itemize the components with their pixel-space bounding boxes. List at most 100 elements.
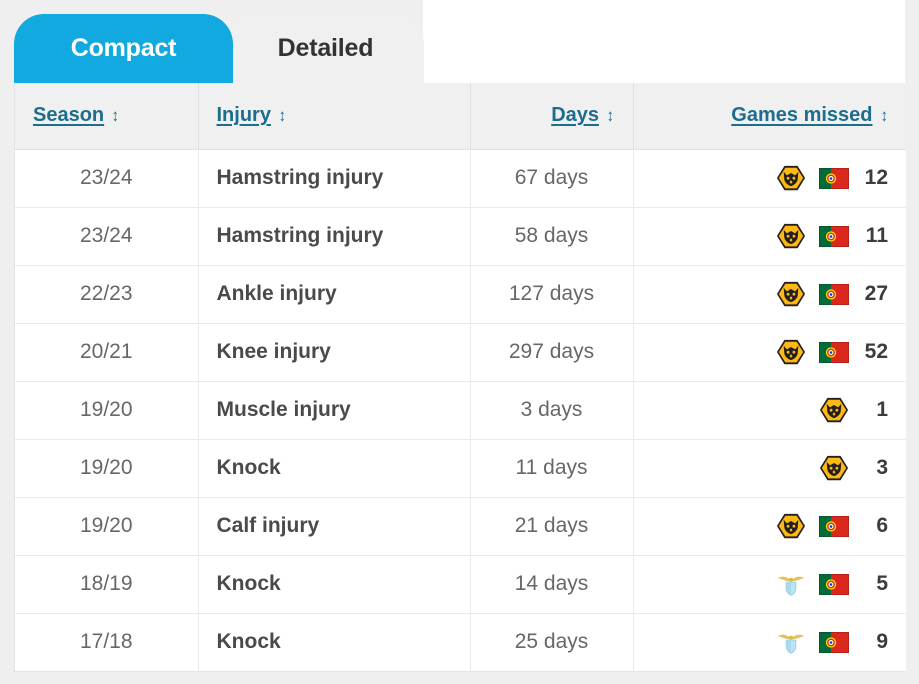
wolverhampton-wanderers-crest-icon	[776, 513, 806, 539]
table-row[interactable]: 23/24 Hamstring injury 58 days 11	[15, 207, 906, 266]
column-header-games-missed[interactable]: Games missed ↕	[633, 83, 906, 150]
sort-link-injury[interactable]: Injury ↕	[217, 104, 287, 127]
cell-season: 19/20	[15, 497, 199, 556]
cell-injury: Hamstring injury	[198, 207, 471, 266]
table-row[interactable]: 17/18 Knock 25 days 9	[15, 613, 906, 671]
column-header-injury-label: Injury	[216, 104, 271, 127]
table-body: 23/24 Hamstring injury 67 days 12 23/24 Hamst…	[15, 149, 906, 671]
cell-games-missed: 9	[633, 613, 906, 671]
cell-games-missed: 1	[633, 381, 906, 440]
games-missed-group: 27	[652, 279, 888, 309]
games-missed-count: 11	[865, 224, 888, 247]
cell-games-missed: 52	[633, 323, 906, 382]
games-missed-count: 6	[876, 514, 888, 537]
cell-injury: Ankle injury	[198, 265, 471, 324]
cell-days: 3 days	[470, 381, 634, 440]
tab-bar-filler	[423, 0, 905, 83]
games-missed-group: 3	[652, 453, 888, 483]
portugal-flag-icon	[819, 225, 849, 247]
sort-link-games-missed[interactable]: Games missed ↕	[731, 104, 888, 127]
sort-arrows-icon: ↕	[111, 106, 120, 126]
cell-days: 25 days	[470, 613, 634, 671]
games-missed-group: 9	[652, 627, 888, 657]
wolverhampton-wanderers-crest-icon	[819, 455, 849, 481]
tab-compact[interactable]: Compact	[14, 14, 233, 83]
sort-link-days[interactable]: Days ↕	[551, 104, 614, 127]
cell-injury: Knee injury	[198, 323, 471, 382]
cell-injury: Muscle injury	[198, 381, 471, 440]
injury-history-panel: Compact Detailed Season ↕ Injury ↕ Days …	[0, 0, 919, 684]
wolverhampton-wanderers-crest-icon	[819, 397, 849, 423]
tab-detailed[interactable]: Detailed	[227, 14, 424, 83]
cell-days: 297 days	[470, 323, 634, 382]
cell-injury: Knock	[198, 613, 471, 671]
table-head: Season ↕ Injury ↕ Days ↕ Games missed ↕	[15, 83, 906, 150]
games-missed-count: 12	[864, 166, 888, 189]
tab-bar: Compact Detailed	[0, 0, 919, 83]
column-header-games-missed-label: Games missed	[731, 104, 873, 127]
lazio-crest-icon	[777, 576, 805, 596]
portugal-flag-icon	[819, 631, 849, 653]
injury-table: Season ↕ Injury ↕ Days ↕ Games missed ↕ …	[15, 83, 906, 671]
cell-season: 22/23	[15, 265, 199, 324]
injury-table-container: Season ↕ Injury ↕ Days ↕ Games missed ↕ …	[14, 83, 906, 672]
cell-games-missed: 11	[633, 207, 906, 266]
column-header-injury[interactable]: Injury ↕	[198, 83, 471, 150]
games-missed-group: 5	[652, 569, 888, 599]
column-header-days[interactable]: Days ↕	[470, 83, 634, 150]
tab-compact-label: Compact	[70, 34, 177, 62]
games-missed-count: 9	[876, 630, 888, 654]
cell-games-missed: 27	[633, 265, 906, 324]
column-header-days-label: Days	[551, 104, 599, 127]
table-header-row: Season ↕ Injury ↕ Days ↕ Games missed ↕	[15, 83, 906, 150]
games-missed-count: 52	[864, 340, 888, 363]
portugal-flag-icon	[819, 515, 849, 537]
games-missed-count: 3	[876, 456, 888, 479]
table-row[interactable]: 19/20 Muscle injury 3 days 1	[15, 381, 906, 440]
table-row[interactable]: 19/20 Calf injury 21 days 6	[15, 497, 906, 556]
cell-games-missed: 3	[633, 439, 906, 498]
games-missed-group: 52	[652, 337, 888, 367]
games-missed-count: 5	[876, 572, 888, 595]
games-missed-group: 1	[652, 395, 888, 425]
cell-days: 11 days	[470, 439, 634, 498]
portugal-flag-icon	[819, 283, 849, 305]
wolverhampton-wanderers-crest-icon	[776, 281, 806, 307]
cell-season: 19/20	[15, 439, 199, 498]
column-header-season[interactable]: Season ↕	[15, 83, 199, 150]
cell-days: 127 days	[470, 265, 634, 324]
cell-season: 23/24	[15, 149, 199, 208]
sort-link-season[interactable]: Season ↕	[33, 104, 120, 127]
wolverhampton-wanderers-crest-icon	[776, 165, 806, 191]
cell-injury: Hamstring injury	[198, 149, 471, 208]
table-row[interactable]: 22/23 Ankle injury 127 days 27	[15, 265, 906, 324]
cell-season: 20/21	[15, 323, 199, 382]
wolverhampton-wanderers-crest-icon	[776, 223, 806, 249]
cell-games-missed: 6	[633, 497, 906, 556]
portugal-flag-icon	[819, 573, 849, 595]
cell-games-missed: 12	[633, 149, 906, 208]
table-row[interactable]: 19/20 Knock 11 days 3	[15, 439, 906, 498]
lazio-crest-icon	[777, 634, 805, 655]
table-row[interactable]: 18/19 Knock 14 days 5	[15, 555, 906, 614]
sort-arrows-icon: ↕	[880, 106, 888, 126]
cell-season: 17/18	[15, 613, 199, 671]
sort-arrows-icon: ↕	[606, 106, 614, 126]
portugal-flag-icon	[819, 167, 849, 189]
column-header-season-label: Season	[33, 104, 105, 127]
table-row[interactable]: 20/21 Knee injury 297 days 52	[15, 323, 906, 382]
cell-games-missed: 5	[633, 555, 906, 614]
games-missed-count: 27	[864, 282, 888, 305]
cell-injury: Knock	[198, 555, 471, 614]
cell-season: 23/24	[15, 207, 199, 266]
sort-arrows-icon: ↕	[278, 106, 286, 126]
cell-injury: Knock	[198, 439, 471, 498]
cell-injury: Calf injury	[198, 497, 471, 556]
games-missed-count: 1	[876, 398, 888, 421]
cell-season: 19/20	[15, 381, 199, 440]
table-row[interactable]: 23/24 Hamstring injury 67 days 12	[15, 149, 906, 208]
cell-days: 67 days	[470, 149, 634, 208]
games-missed-group: 11	[652, 221, 888, 251]
cell-days: 21 days	[470, 497, 634, 556]
tab-detailed-label: Detailed	[277, 34, 374, 62]
